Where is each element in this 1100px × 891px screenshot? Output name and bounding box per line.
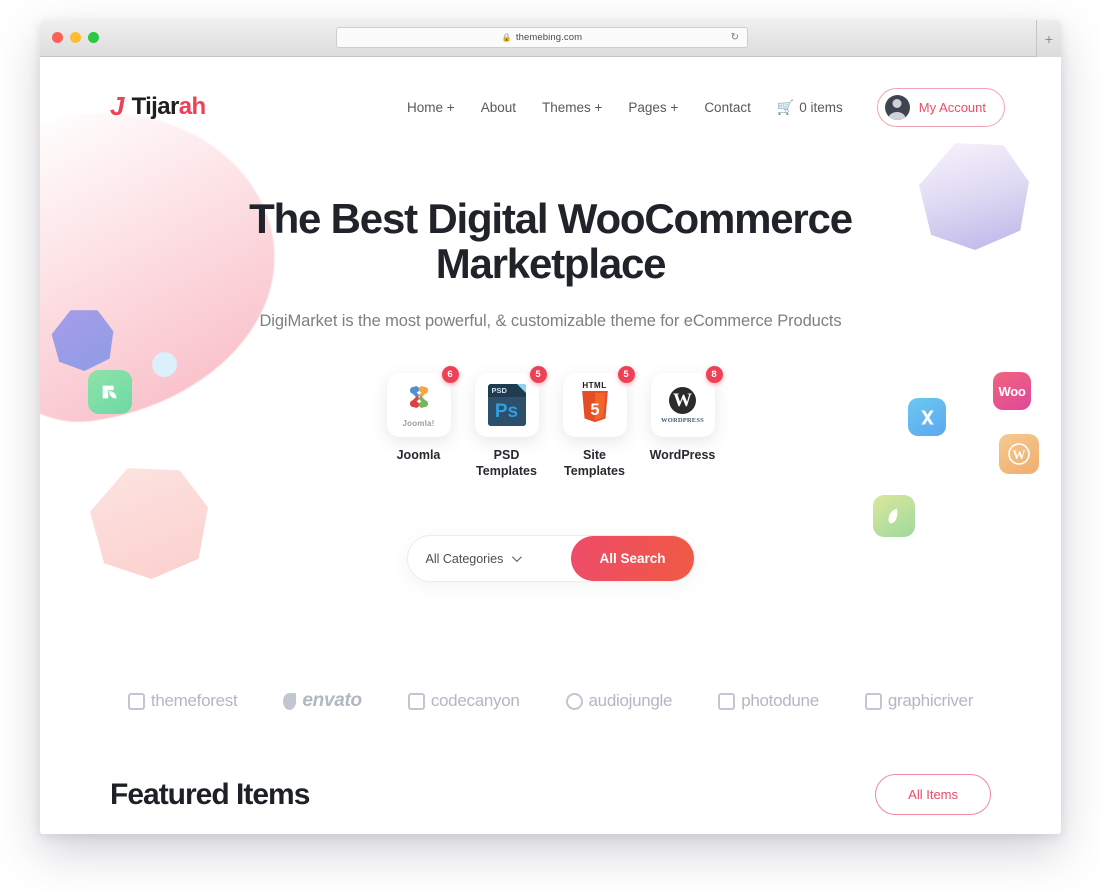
- site-header: J Tijarah Home + About Themes + Pages + …: [40, 57, 1061, 135]
- lock-icon: 🔒: [501, 33, 512, 42]
- pink-heptagon-decoration: [90, 468, 208, 579]
- page-viewport: Woo W J Tijarah Home + About Themes + Pa…: [40, 57, 1061, 834]
- main-navigation: Home + About Themes + Pages + Contact 🛒 …: [407, 87, 1005, 127]
- photodune-icon: [718, 692, 736, 710]
- avatar-icon: [884, 94, 910, 120]
- address-bar[interactable]: 🔒 themebing.com ↻: [336, 27, 748, 48]
- brand-graphicriver[interactable]: graphicriver: [864, 691, 974, 711]
- search-bar: All Categories All Search: [406, 535, 695, 583]
- psd-ps-label: Ps: [487, 397, 526, 427]
- photoshop-psd-icon: PSD Ps: [487, 384, 526, 427]
- html5-wordmark: HTML: [582, 381, 607, 391]
- brand-label: photodune: [741, 691, 819, 711]
- nav-item-contact[interactable]: Contact: [704, 100, 751, 115]
- joomla-wordmark: Joomla!: [402, 419, 435, 429]
- graphicriver-icon: [864, 692, 882, 710]
- nav-item-themes[interactable]: Themes +: [542, 100, 602, 115]
- wordpress-wordmark: WORDPRESS: [661, 416, 704, 424]
- chevron-down-icon: [512, 552, 523, 563]
- joomla-icon: Joomla!: [399, 382, 439, 428]
- brand-envato[interactable]: envato: [283, 690, 362, 712]
- category-badge: 5: [617, 366, 635, 384]
- category-item-joomla[interactable]: 6 Joomla! Joomla: [382, 366, 459, 479]
- logo-text: Tijarah: [131, 93, 206, 120]
- category-item-psd-templates[interactable]: 5 PSD Ps PSD Templates: [470, 366, 547, 479]
- brand-label: codecanyon: [430, 691, 520, 711]
- hero-section: The Best Digital WooCommerce Marketplace…: [40, 135, 1061, 331]
- themeforest-icon: [127, 692, 145, 710]
- category-label: WordPress: [649, 448, 716, 463]
- close-window-button[interactable]: [52, 32, 63, 43]
- psd-fold-icon: [516, 384, 526, 394]
- svg-text:5: 5: [590, 401, 599, 419]
- featured-section-header: Featured Items All Items: [40, 774, 1061, 816]
- logo-text-accent: ah: [178, 93, 206, 120]
- brand-logo-row: themeforest envato codecanyon audiojungl…: [40, 690, 1061, 712]
- brand-photodune[interactable]: photodune: [718, 691, 819, 711]
- all-items-button[interactable]: All Items: [875, 774, 991, 816]
- brand-label: audiojungle: [588, 691, 673, 711]
- category-select[interactable]: All Categories: [425, 551, 523, 566]
- joomla-glyph-icon: [409, 386, 428, 408]
- nav-item-pages[interactable]: Pages +: [628, 100, 678, 115]
- category-card[interactable]: 8 W WORDPRESS: [650, 366, 723, 438]
- nav-item-about[interactable]: About: [481, 100, 516, 115]
- audiojungle-icon: [565, 692, 583, 710]
- category-item-site-templates[interactable]: 5 HTML 5 Site Templates: [558, 366, 635, 479]
- nav-item-home[interactable]: Home +: [407, 100, 455, 115]
- my-account-button[interactable]: My Account: [876, 87, 1005, 127]
- my-account-label: My Account: [918, 99, 986, 115]
- envato-square-decoration: [873, 495, 915, 537]
- category-label: PSD Templates: [476, 448, 537, 478]
- cart-item-count: 0 items: [799, 99, 843, 115]
- category-item-wordpress[interactable]: 8 W WORDPRESS WordPress: [646, 366, 723, 479]
- logo-text-main: Tijar: [131, 93, 179, 120]
- shopping-cart-icon: 🛒: [776, 98, 795, 115]
- new-tab-button[interactable]: +: [1036, 20, 1061, 57]
- category-badge: 6: [441, 366, 459, 384]
- html5-shield-icon: 5: [581, 391, 608, 423]
- category-label: Site Templates: [564, 448, 625, 478]
- brand-label: graphicriver: [887, 691, 974, 711]
- category-card[interactable]: 6 Joomla!: [386, 366, 459, 438]
- logo-mark-icon: J: [110, 91, 125, 121]
- featured-title: Featured Items: [110, 777, 310, 811]
- brand-audiojungle[interactable]: audiojungle: [565, 691, 673, 711]
- category-select-value: All Categories: [425, 551, 504, 566]
- reload-icon[interactable]: ↻: [731, 32, 739, 43]
- envato-icon: [283, 692, 297, 710]
- wordpress-w-glyph: W: [668, 386, 696, 414]
- category-card[interactable]: 5 PSD Ps: [474, 366, 547, 438]
- url-text: themebing.com: [515, 32, 583, 43]
- category-badge: 5: [529, 366, 547, 384]
- codecanyon-icon: [407, 692, 425, 710]
- window-controls[interactable]: [52, 32, 99, 43]
- browser-window: 🔒 themebing.com ↻ + Woo W J Tijarah Home…: [40, 20, 1061, 834]
- cart-link[interactable]: 🛒 0 items: [777, 99, 843, 116]
- hero-title: The Best Digital WooCommerce Marketplace: [249, 195, 853, 287]
- category-list: 6 Joomla! Joomla 5 PSD Ps PSD Templates …: [40, 366, 1061, 479]
- browser-titlebar: 🔒 themebing.com ↻ +: [40, 20, 1061, 57]
- search-button[interactable]: All Search: [571, 536, 694, 582]
- brand-codecanyon[interactable]: codecanyon: [407, 691, 520, 711]
- hero-subtitle: DigiMarket is the most powerful, & custo…: [259, 312, 842, 331]
- category-card[interactable]: 5 HTML 5: [562, 366, 635, 438]
- category-badge: 8: [705, 366, 723, 384]
- maximize-window-button[interactable]: [88, 32, 99, 43]
- category-label: Joomla: [396, 448, 441, 463]
- envato-leaf-icon: [888, 508, 898, 524]
- brand-label: themeforest: [150, 691, 238, 711]
- brand-label: envato: [302, 690, 362, 712]
- wordpress-icon: W WORDPRESS: [661, 386, 704, 424]
- brand-themeforest[interactable]: themeforest: [127, 691, 238, 711]
- minimize-window-button[interactable]: [70, 32, 81, 43]
- site-logo[interactable]: J Tijarah: [110, 91, 206, 121]
- html5-icon: HTML 5: [578, 381, 612, 429]
